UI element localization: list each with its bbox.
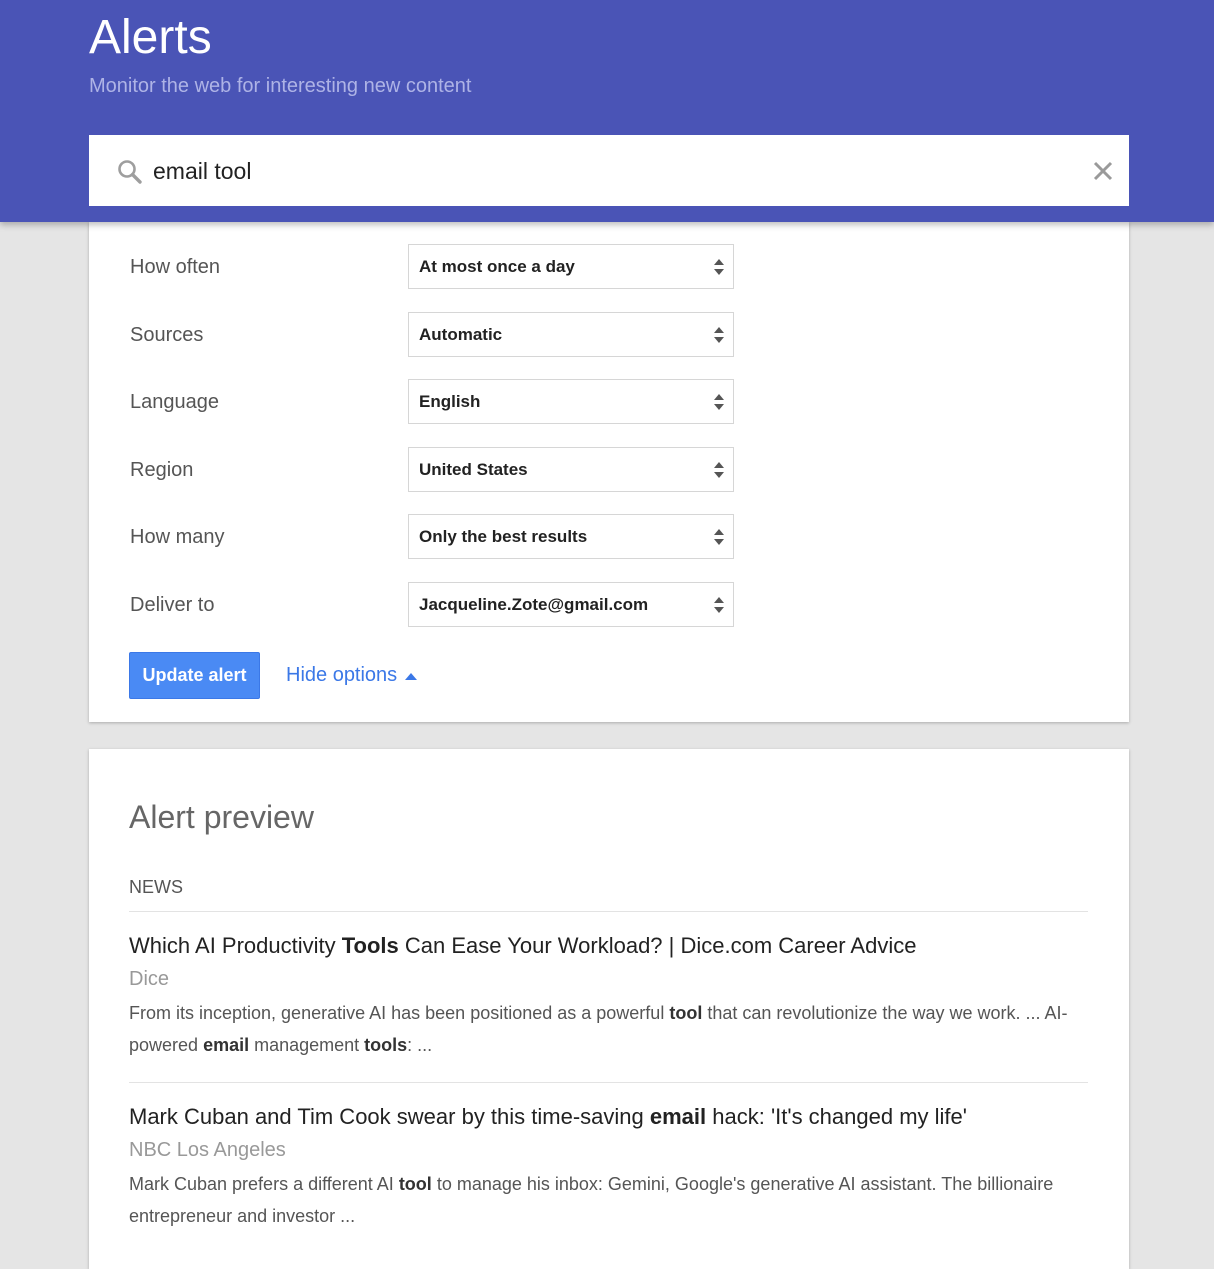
news-result: Mark Cuban and Tim Cook swear by this ti… bbox=[129, 1102, 1089, 1232]
text-segment: Can Ease Your Workload? | Dice.com Caree… bbox=[398, 933, 917, 958]
result-snippet: From its inception, generative AI has be… bbox=[129, 997, 1089, 1061]
page-title: Alerts bbox=[89, 11, 212, 64]
text-segment: From its inception, generative AI has be… bbox=[129, 1003, 670, 1023]
caret-up-icon[interactable] bbox=[405, 673, 417, 680]
region-select[interactable]: United States bbox=[408, 447, 734, 492]
select-arrows-icon bbox=[714, 529, 724, 545]
highlighted-term: email bbox=[649, 1104, 707, 1129]
option-row-sources: Sources Automatic bbox=[89, 312, 1129, 358]
text-segment: management bbox=[249, 1035, 365, 1055]
option-label: Sources bbox=[130, 324, 204, 346]
page-subtitle: Monitor the web for interesting new cont… bbox=[89, 75, 472, 97]
deliver-to-select[interactable]: Jacqueline.Zote@gmail.com bbox=[408, 582, 734, 627]
hide-options-link[interactable]: Hide options bbox=[286, 662, 397, 688]
result-title-link[interactable]: Mark Cuban and Tim Cook swear by this ti… bbox=[129, 1102, 1089, 1132]
search-bar[interactable] bbox=[89, 135, 1129, 206]
update-alert-button[interactable]: Update alert bbox=[129, 652, 260, 699]
how-often-select[interactable]: At most once a day bbox=[408, 244, 734, 289]
select-value: Automatic bbox=[419, 325, 503, 344]
alert-options-card: How often At most once a day Sources Aut… bbox=[89, 222, 1129, 722]
select-arrows-icon bbox=[714, 259, 724, 275]
select-value: Jacqueline.Zote@gmail.com bbox=[419, 595, 649, 614]
option-label: How often bbox=[130, 256, 221, 278]
result-source: Dice bbox=[129, 968, 170, 990]
alert-preview-card: Alert preview NEWS Which AI Productivity… bbox=[89, 749, 1129, 1269]
how-many-select[interactable]: Only the best results bbox=[408, 514, 734, 559]
select-value: Only the best results bbox=[419, 527, 588, 546]
select-arrows-icon bbox=[714, 394, 724, 410]
option-row-language: Language English bbox=[89, 379, 1129, 425]
select-value: English bbox=[419, 392, 481, 411]
highlighted-term: email bbox=[203, 1035, 250, 1055]
preview-title: Alert preview bbox=[129, 799, 314, 835]
highlighted-term: tools bbox=[364, 1035, 408, 1055]
text-segment: : ... bbox=[407, 1035, 433, 1055]
option-row-deliver-to: Deliver to Jacqueline.Zote@gmail.com bbox=[89, 582, 1129, 628]
select-arrows-icon bbox=[714, 462, 724, 478]
option-row-how-often: How often At most once a day bbox=[89, 244, 1129, 290]
select-arrows-icon bbox=[714, 597, 724, 613]
highlighted-term: tool bbox=[669, 1003, 703, 1023]
select-arrows-icon bbox=[714, 327, 724, 343]
select-value: At most once a day bbox=[419, 257, 575, 276]
language-select[interactable]: English bbox=[408, 379, 734, 424]
app-header: Alerts Monitor the web for interesting n… bbox=[0, 0, 1214, 222]
option-label: Region bbox=[130, 459, 194, 481]
text-segment: hack: 'It's changed my life' bbox=[706, 1104, 967, 1129]
close-icon[interactable] bbox=[1091, 159, 1115, 183]
sources-select[interactable]: Automatic bbox=[408, 312, 734, 357]
option-row-region: Region United States bbox=[89, 447, 1129, 493]
result-title-link[interactable]: Which AI Productivity Tools Can Ease You… bbox=[129, 931, 1089, 961]
text-segment: Which AI Productivity bbox=[129, 933, 342, 958]
option-label: Deliver to bbox=[130, 594, 215, 616]
result-snippet: Mark Cuban prefers a different AI tool t… bbox=[129, 1168, 1089, 1232]
option-row-how-many: How many Only the best results bbox=[89, 514, 1129, 560]
news-section-heading: NEWS bbox=[129, 877, 183, 897]
select-value: United States bbox=[419, 460, 528, 479]
text-segment: Mark Cuban prefers a different AI bbox=[129, 1174, 399, 1194]
news-result: Which AI Productivity Tools Can Ease You… bbox=[129, 931, 1089, 1061]
text-segment: Mark Cuban and Tim Cook swear by this ti… bbox=[129, 1104, 650, 1129]
result-source: NBC Los Angeles bbox=[129, 1139, 286, 1161]
search-input[interactable] bbox=[153, 153, 1053, 189]
highlighted-term: tool bbox=[398, 1174, 432, 1194]
option-label: Language bbox=[130, 391, 219, 413]
divider bbox=[129, 1082, 1088, 1083]
highlighted-term: Tools bbox=[341, 933, 399, 958]
option-label: How many bbox=[130, 526, 225, 548]
divider bbox=[129, 911, 1088, 912]
search-icon bbox=[118, 160, 142, 184]
